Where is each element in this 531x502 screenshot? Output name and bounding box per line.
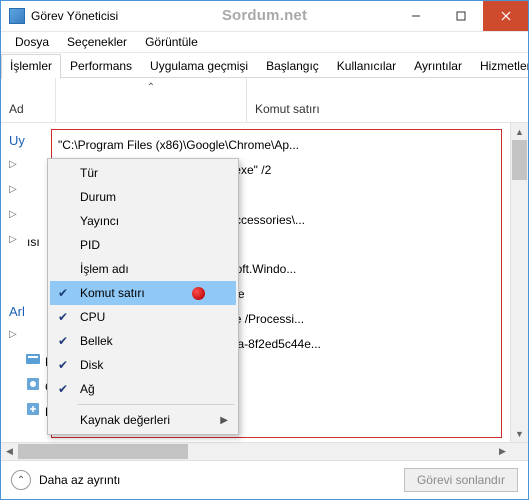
expander-icon[interactable]: ▷ (9, 184, 17, 195)
menu-item-command-line[interactable]: ✔ Komut satırı (50, 281, 236, 305)
expander-icon[interactable]: ▷ (9, 234, 17, 245)
menu-item-disk[interactable]: ✔ Disk (50, 353, 236, 377)
titlebar: Görev Yöneticisi (1, 1, 528, 32)
expander-icon[interactable]: ▷ (9, 159, 17, 170)
left-gutter: Uy ▷ ▷ ▷ ▷ Arl ▷ (1, 123, 47, 442)
vertical-scrollbar[interactable]: ▲ ▼ (510, 123, 528, 442)
maximize-button[interactable] (438, 1, 483, 31)
chevron-up-icon: ⌃ (17, 475, 25, 486)
check-icon: ✔ (58, 286, 68, 300)
process-name-fragment: ısı (27, 235, 40, 249)
tab-app-history[interactable]: Uygulama geçmişi (141, 54, 257, 79)
minimize-button[interactable] (393, 1, 438, 31)
expander-icon[interactable]: ▷ (9, 209, 17, 220)
menu-options[interactable]: Seçenekler (59, 33, 135, 51)
menubar: Dosya Seçenekler Görüntüle (1, 32, 528, 53)
window-title: Görev Yöneticisi (31, 9, 118, 23)
menu-item-type[interactable]: Tür (50, 161, 236, 185)
scroll-thumb[interactable] (512, 140, 527, 180)
group-apps: Uy (1, 129, 47, 152)
menu-item-label: Tür (80, 166, 98, 180)
resize-grip[interactable] (511, 443, 528, 460)
maximize-icon (456, 11, 466, 21)
submenu-arrow-icon: ▶ (220, 415, 228, 426)
menu-item-cpu[interactable]: ✔ CPU (50, 305, 236, 329)
window-controls (393, 1, 528, 31)
tab-users[interactable]: Kullanıcılar (328, 54, 405, 79)
app-icon (25, 351, 41, 367)
menu-item-label: Bellek (80, 334, 113, 348)
menu-separator (78, 404, 234, 405)
menu-item-label: PID (80, 238, 100, 252)
collapse-details-button[interactable]: ⌃ (11, 470, 31, 490)
menu-item-label: Komut satırı (80, 286, 145, 300)
horizontal-scrollbar[interactable]: ◀ ▶ (1, 442, 528, 460)
scroll-up-icon[interactable]: ▲ (511, 123, 528, 140)
close-icon (501, 11, 511, 21)
tab-performance[interactable]: Performans (61, 54, 141, 79)
column-command-line[interactable]: Komut satırı (247, 78, 528, 122)
menu-item-label: İşlem adı (80, 262, 129, 276)
check-icon: ✔ (58, 358, 68, 372)
menu-item-process-name[interactable]: İşlem adı (50, 257, 236, 281)
menu-item-label: Durum (80, 190, 116, 204)
column-headers: Ad ⌃ Komut satırı (1, 78, 528, 123)
fewer-details-label[interactable]: Daha az ayrıntı (39, 473, 120, 487)
group-background: Arl (1, 300, 47, 323)
app-icon (9, 8, 25, 24)
annotation-dot-icon (192, 287, 205, 300)
tab-startup[interactable]: Başlangıç (257, 54, 328, 79)
end-task-button[interactable]: Görevi sonlandır (404, 468, 518, 492)
menu-item-memory[interactable]: ✔ Bellek (50, 329, 236, 353)
tab-processes[interactable]: İşlemler (1, 54, 61, 79)
menu-item-status[interactable]: Durum (50, 185, 236, 209)
menu-item-label: CPU (80, 310, 105, 324)
menu-item-resource-values[interactable]: Kaynak değerleri ▶ (50, 408, 236, 432)
expander-icon[interactable]: ▷ (9, 329, 17, 340)
command-line-value: "C:\Program Files (x86)\Google\Chrome\Ap… (58, 138, 495, 153)
menu-item-label: Ağ (80, 382, 95, 396)
tab-details[interactable]: Ayrıntılar (405, 54, 471, 79)
scroll-down-icon[interactable]: ▼ (511, 425, 528, 442)
menu-view[interactable]: Görüntüle (137, 33, 206, 51)
menu-item-label: Kaynak değerleri (80, 413, 170, 427)
check-icon: ✔ (58, 334, 68, 348)
footer: ⌃ Daha az ayrıntı Görevi sonlandır (1, 460, 528, 499)
tabstrip: İşlemler Performans Uygulama geçmişi Baş… (1, 53, 528, 78)
menu-file[interactable]: Dosya (7, 33, 57, 51)
main-area: Ad ⌃ Komut satırı Uy ▷ ▷ ▷ ▷ Arl ▷ (1, 78, 528, 460)
tab-services[interactable]: Hizmetler (471, 54, 529, 79)
scroll-thumb[interactable] (18, 444, 188, 459)
check-icon: ✔ (58, 310, 68, 324)
close-button[interactable] (483, 1, 528, 31)
menu-item-pid[interactable]: PID (50, 233, 236, 257)
scroll-left-icon[interactable]: ◀ (1, 443, 18, 460)
column-spacer[interactable]: ⌃ (56, 78, 247, 122)
menu-item-label: Yayıncı (80, 214, 119, 228)
column-context-menu: Tür Durum Yayıncı PID İşlem adı ✔ Komut … (47, 158, 239, 435)
app-icon (25, 401, 41, 417)
menu-item-label: Disk (80, 358, 103, 372)
scroll-right-icon[interactable]: ▶ (494, 443, 511, 460)
app-icon (25, 376, 41, 392)
minimize-icon (411, 11, 421, 21)
check-icon: ✔ (58, 382, 68, 396)
column-name[interactable]: Ad (1, 78, 56, 122)
menu-item-network[interactable]: ✔ Ağ (50, 377, 236, 401)
menu-item-publisher[interactable]: Yayıncı (50, 209, 236, 233)
sort-chevron-icon: ⌃ (147, 82, 155, 93)
task-manager-window: Görev Yöneticisi Sordum.net Dosya Seçene… (0, 0, 529, 500)
